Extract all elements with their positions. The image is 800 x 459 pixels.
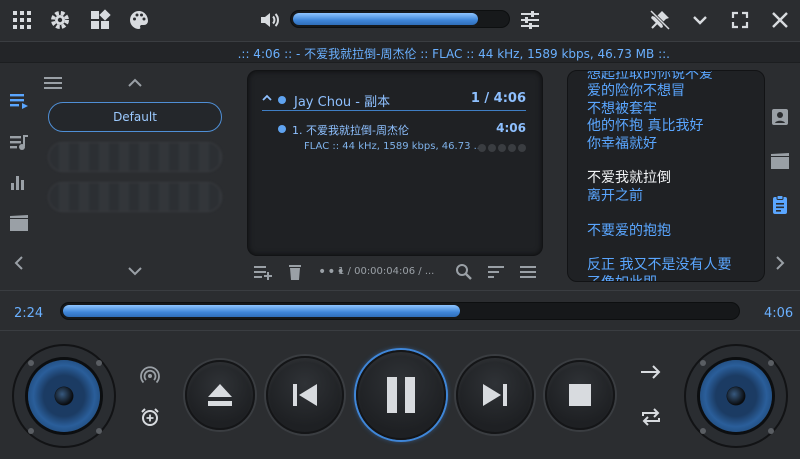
- chevron-up-icon[interactable]: [125, 74, 145, 92]
- left-speaker-graphic: [12, 344, 116, 448]
- playlist-toolbar: ••• 1 / 00:00:04:06 / ...: [248, 262, 544, 284]
- rating-star[interactable]: [518, 144, 526, 152]
- preset-default-button[interactable]: Default: [48, 102, 222, 132]
- equalizer-sliders-icon[interactable]: [518, 8, 542, 32]
- rating-star[interactable]: [488, 144, 496, 152]
- seek-bar[interactable]: [60, 302, 740, 320]
- pause-icon: [387, 377, 415, 413]
- hamburger-menu-icon[interactable]: [42, 74, 64, 92]
- sort-icon[interactable]: [486, 262, 506, 282]
- rating-star[interactable]: [478, 144, 486, 152]
- track-duration: 4:06: [496, 121, 526, 135]
- preset-list: Default: [40, 70, 230, 285]
- stop-button[interactable]: [545, 360, 615, 430]
- contact-icon[interactable]: [769, 106, 791, 128]
- stop-icon: [569, 384, 591, 406]
- lyric-line: 不要爱的抱抱: [587, 222, 671, 239]
- eject-button[interactable]: [185, 360, 255, 430]
- rating-star[interactable]: [498, 144, 506, 152]
- top-toolbar: [0, 0, 800, 40]
- now-playing-info-text: .:: 4:06 :: - 不爱我就拉倒-周杰伦 :: FLAC :: 44 k…: [237, 47, 670, 61]
- playlist-group-header[interactable]: Jay Chou - 副本 1 / 4:06: [262, 91, 526, 111]
- search-icon[interactable]: [454, 262, 474, 282]
- layout-icon[interactable]: [88, 8, 112, 32]
- elapsed-time: 2:24: [14, 306, 44, 321]
- close-icon[interactable]: [768, 8, 792, 32]
- chevron-down-icon[interactable]: [688, 8, 712, 32]
- volume-slider[interactable]: [290, 10, 510, 28]
- queue-music-icon[interactable]: [8, 132, 30, 154]
- fullscreen-icon[interactable]: [728, 8, 752, 32]
- bar-chart-icon[interactable]: [8, 172, 30, 194]
- lyrics-panel[interactable]: 想起拉取的你说不爱 爱的险你不想冒 不想被套牢 他的怀抱 真比我好 你幸福就好 不爱我就拉…: [567, 70, 765, 282]
- delete-icon[interactable]: [284, 262, 306, 282]
- preset-item[interactable]: [48, 182, 222, 212]
- group-dot: [278, 96, 286, 104]
- playlist-icon[interactable]: [8, 90, 30, 112]
- clipboard-icon[interactable]: [769, 194, 791, 216]
- chevron-left-icon[interactable]: [8, 252, 30, 274]
- preset-item[interactable]: [48, 142, 222, 172]
- seek-bar-fill: [63, 305, 460, 317]
- lyric-line: 了像如此即: [587, 272, 657, 281]
- previous-button[interactable]: [266, 356, 344, 434]
- total-time: 4:06: [764, 306, 794, 321]
- playlist-time-summary: 1 / 00:00:04:06 / ...: [338, 266, 435, 277]
- chevron-right-icon[interactable]: [769, 252, 791, 274]
- grid-menu-icon[interactable]: [10, 8, 34, 32]
- track-rating[interactable]: [476, 142, 526, 155]
- next-button[interactable]: [456, 356, 534, 434]
- divider: [0, 290, 800, 291]
- next-icon: [483, 384, 507, 406]
- chevron-down-icon[interactable]: [125, 262, 145, 280]
- pin-off-icon[interactable]: [648, 8, 672, 32]
- now-playing-dot: [278, 125, 286, 133]
- gear-icon[interactable]: [48, 8, 72, 32]
- speaker-icon[interactable]: [258, 8, 282, 32]
- rating-star[interactable]: [508, 144, 516, 152]
- list-menu-icon[interactable]: [518, 262, 538, 282]
- collapse-chevron-icon[interactable]: [262, 93, 272, 103]
- pause-button[interactable]: [356, 350, 446, 440]
- broadcast-icon[interactable]: [139, 364, 161, 386]
- video-icon[interactable]: [769, 150, 791, 172]
- previous-icon: [293, 384, 317, 406]
- playlist-panel: Jay Chou - 副本 1 / 4:06 1. 不爱我就拉倒-周杰伦 4:0…: [247, 70, 543, 256]
- track-title: 1. 不爱我就拉倒-周杰伦: [292, 124, 409, 137]
- lyric-line: 你幸福就好: [587, 135, 657, 152]
- divider: [0, 330, 800, 331]
- add-to-playlist-icon[interactable]: [252, 262, 274, 282]
- volume-level: [293, 13, 479, 25]
- palette-icon[interactable]: [127, 8, 151, 32]
- alarm-add-icon[interactable]: [139, 406, 161, 428]
- now-playing-info-bar: .:: 4:06 :: - 不爱我就拉倒-周杰伦 :: FLAC :: 44 k…: [0, 41, 800, 63]
- arrow-right-icon[interactable]: [639, 362, 663, 382]
- eject-icon: [208, 384, 232, 406]
- playlist-group-name: Jay Chou - 副本: [294, 95, 391, 110]
- track-format-info: FLAC :: 44 kHz, 1589 kbps, 46.73 ...: [304, 141, 484, 152]
- right-speaker-graphic: [684, 344, 788, 448]
- lyric-line: 离开之前: [587, 187, 643, 204]
- playlist-group-count: 1 / 4:06: [470, 91, 526, 106]
- repeat-icon[interactable]: [639, 406, 663, 428]
- video-icon[interactable]: [8, 212, 30, 234]
